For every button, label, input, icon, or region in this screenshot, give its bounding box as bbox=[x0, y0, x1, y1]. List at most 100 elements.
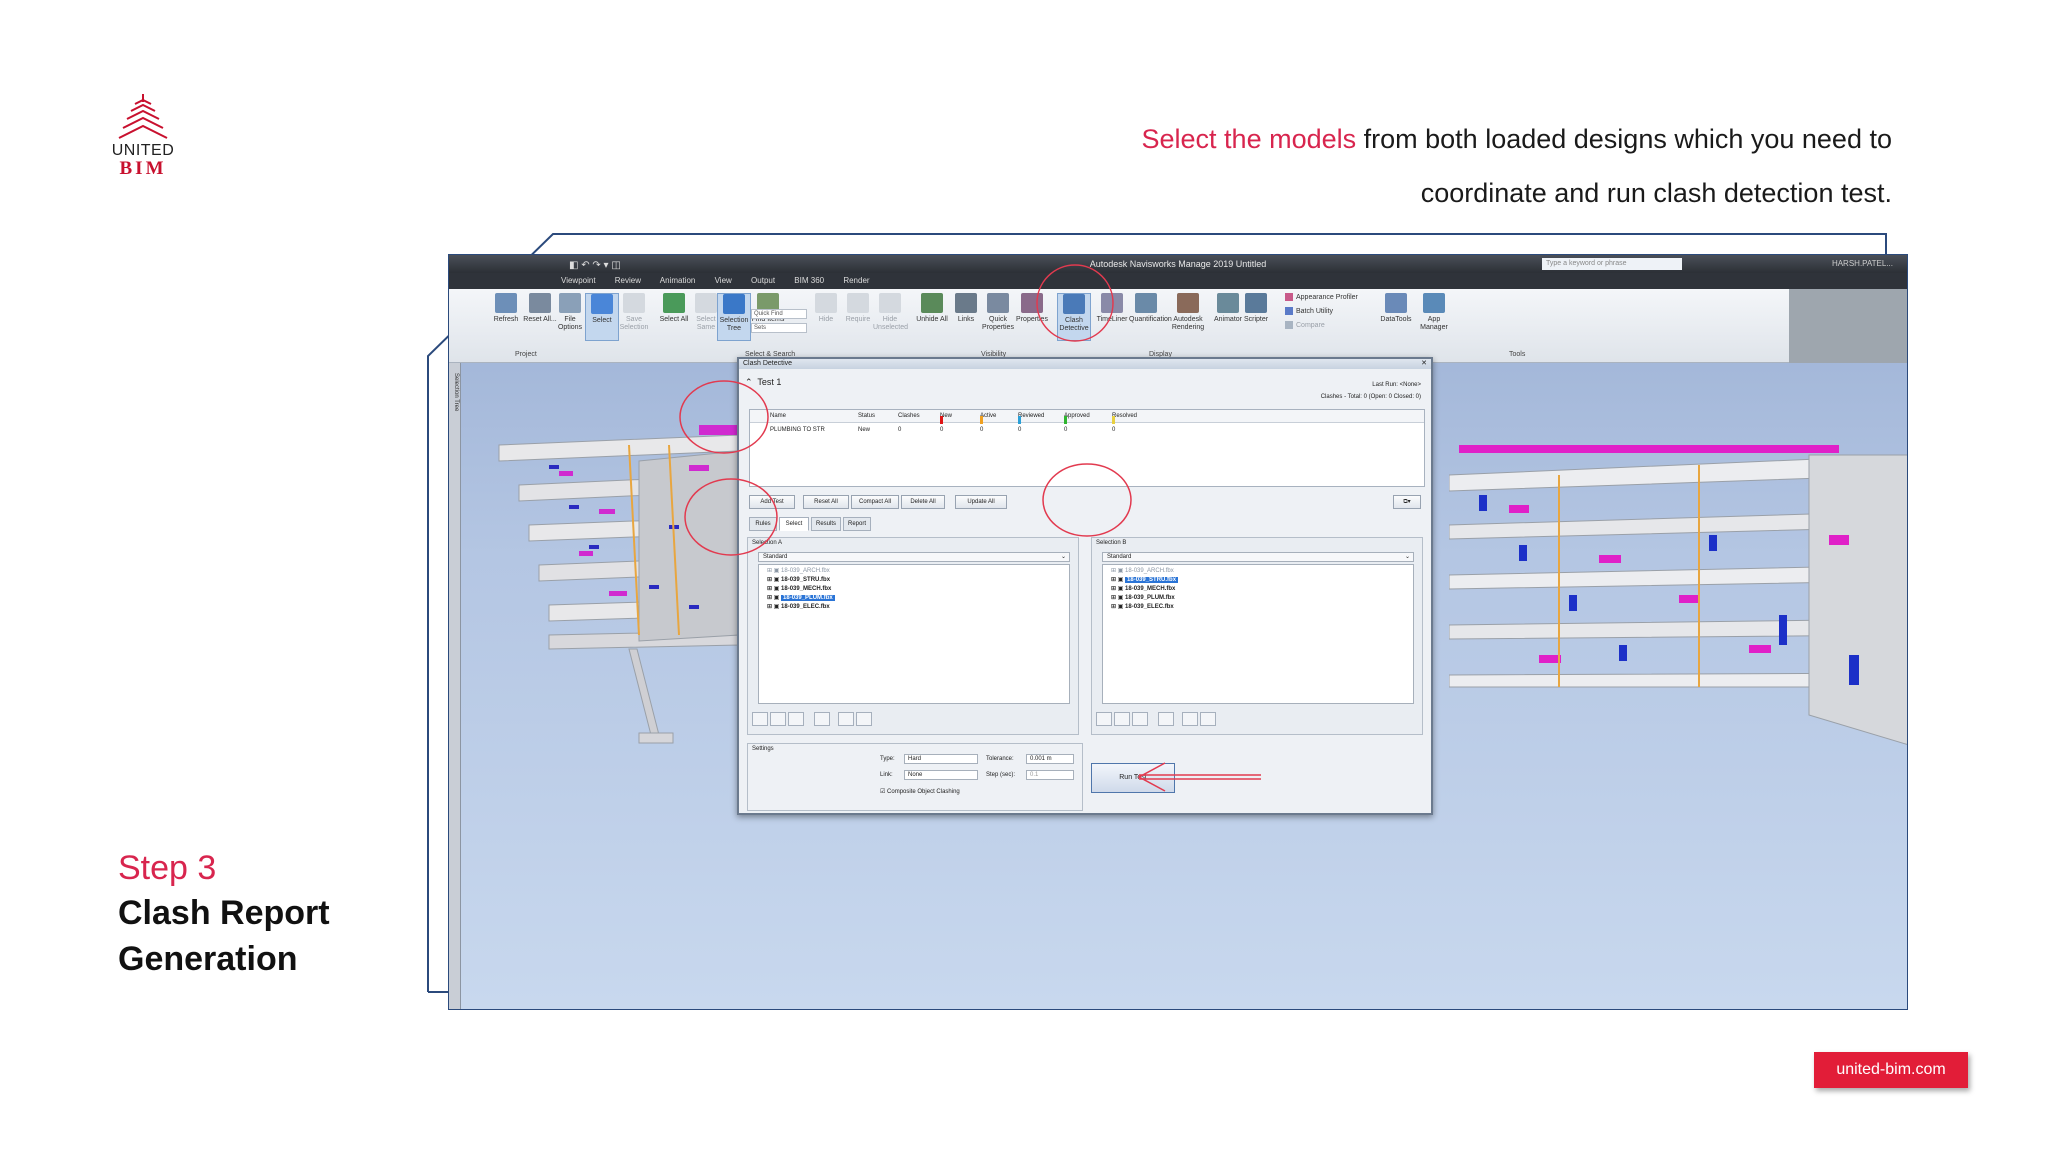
tolerance-input[interactable]: 0.001 m bbox=[1026, 754, 1074, 764]
tab-render[interactable]: Render bbox=[843, 276, 869, 285]
tab-report[interactable]: Report bbox=[843, 517, 871, 531]
tab-review[interactable]: Review bbox=[615, 276, 641, 285]
delete-all-button[interactable]: Delete All bbox=[901, 495, 945, 509]
selection-a-mode-select[interactable]: Standard ⌄ bbox=[758, 552, 1070, 562]
sets-dropdown[interactable]: Sets bbox=[751, 323, 807, 333]
tab-rules-label: Rules bbox=[755, 521, 771, 527]
ribbon-clash-detective-button[interactable]: Clash Detective bbox=[1057, 293, 1091, 341]
select-in-scene-icon[interactable] bbox=[856, 712, 872, 726]
link-select[interactable]: None bbox=[904, 770, 978, 780]
tree-item-a-elec[interactable]: ⊞ ▣ 18-039_ELEC.fbx bbox=[767, 603, 830, 612]
reset-all-button[interactable]: Reset All bbox=[803, 495, 849, 509]
quantification-icon bbox=[1135, 293, 1157, 313]
run-test-button[interactable]: Run Test bbox=[1091, 763, 1175, 793]
tree-item-b-stru[interactable]: ⊞ ▣ 18-039_STRU.fbx bbox=[1111, 576, 1179, 585]
column-header-clashes[interactable]: Clashes bbox=[898, 413, 920, 419]
selection-b-label: Selection B bbox=[1096, 540, 1127, 546]
self-intersect-icon[interactable] bbox=[1158, 712, 1174, 726]
tab-animation[interactable]: Animation bbox=[660, 276, 696, 285]
update-all-button[interactable]: Update All bbox=[955, 495, 1007, 509]
column-header-active[interactable]: Active bbox=[980, 413, 996, 424]
tab-select[interactable]: Select bbox=[779, 517, 809, 531]
table-row[interactable]: PLUMBING TO STR New 0 0 0 0 0 0 bbox=[750, 424, 1424, 436]
table-cell: 0 bbox=[1112, 427, 1116, 433]
tree-item-a-arch[interactable]: ⊞ ▣ 18-039_ARCH.fbx bbox=[767, 567, 830, 576]
column-header-new[interactable]: New bbox=[940, 413, 952, 424]
ribbon-require-button[interactable]: Require bbox=[841, 293, 875, 324]
ribbon-cursor-button[interactable]: Select bbox=[585, 293, 619, 341]
tree-item-a-stru[interactable]: ⊞ ▣ 18-039_STRU.fbx bbox=[767, 576, 830, 585]
ribbon-unhide-button[interactable]: Unhide All bbox=[915, 293, 949, 324]
ribbon-hide-button[interactable]: Hide bbox=[809, 293, 843, 324]
close-icon[interactable]: ✕ bbox=[1421, 359, 1427, 369]
building-model-left[interactable] bbox=[489, 405, 749, 785]
ribbon-hide-unselected-button[interactable]: Hide Unselected bbox=[873, 293, 908, 332]
chevron-up-icon[interactable]: ⌃ bbox=[745, 377, 753, 387]
tree-item-b-elec[interactable]: ⊞ ▣ 18-039_ELEC.fbx bbox=[1111, 603, 1174, 612]
column-header-approved[interactable]: Approved bbox=[1064, 413, 1090, 424]
column-header-status[interactable]: Status bbox=[858, 413, 875, 419]
tree-item-a-mech[interactable]: ⊞ ▣ 18-039_MECH.fbx bbox=[767, 585, 831, 594]
ribbon-properties-button[interactable]: Properties bbox=[1015, 293, 1049, 324]
points-icon[interactable] bbox=[788, 712, 804, 726]
ribbon-selection-tree-button[interactable]: Selection Tree bbox=[717, 293, 751, 341]
test-header[interactable]: ⌃ Test 1 bbox=[745, 377, 781, 388]
building-model-right[interactable] bbox=[1449, 415, 1908, 805]
tree-item-b-plum[interactable]: ⊞ ▣ 18-039_PLUM.fbx bbox=[1111, 594, 1175, 603]
ribbon-quick-properties-button[interactable]: Quick Properties bbox=[981, 293, 1015, 332]
tab-viewpoint[interactable]: Viewpoint bbox=[561, 276, 596, 285]
selection-b-mode-select[interactable]: Standard ⌄ bbox=[1102, 552, 1414, 562]
ribbon-rendering-button[interactable]: Autodesk Rendering bbox=[1171, 293, 1205, 332]
add-test-button[interactable]: Add Test bbox=[749, 495, 795, 509]
points-icon[interactable] bbox=[1132, 712, 1148, 726]
ribbon-links-button[interactable]: Links bbox=[949, 293, 983, 324]
compact-all-button[interactable]: Compact All bbox=[851, 495, 899, 509]
column-header-resolved[interactable]: Resolved bbox=[1112, 413, 1137, 424]
use-current-selection-icon[interactable] bbox=[838, 712, 854, 726]
ribbon-batch-utility-button[interactable]: Batch Utility bbox=[1285, 307, 1375, 316]
ribbon-datatools-button[interactable]: DataTools bbox=[1379, 293, 1413, 324]
table-cell: PLUMBING TO STR bbox=[770, 427, 825, 433]
selection-tree-strip[interactable]: Selection Tree bbox=[449, 363, 461, 1009]
ribbon-scripter-button[interactable]: Scripter bbox=[1239, 293, 1273, 324]
ribbon-app-manager-button[interactable]: App Manager bbox=[1417, 293, 1451, 332]
ribbon-appearance-profiler-button[interactable]: Appearance Profiler bbox=[1285, 293, 1375, 302]
surfaces-icon[interactable] bbox=[752, 712, 768, 726]
quick-find-input[interactable]: Quick Find bbox=[751, 309, 807, 319]
select-in-scene-icon[interactable] bbox=[1200, 712, 1216, 726]
user-name[interactable]: HARSH.PATEL... bbox=[1832, 255, 1893, 273]
table-cell: 0 bbox=[1018, 427, 1022, 433]
ribbon-button-label: Links bbox=[957, 316, 975, 323]
self-intersect-icon[interactable] bbox=[814, 712, 830, 726]
tab-output[interactable]: Output bbox=[751, 276, 775, 285]
surfaces-icon[interactable] bbox=[1096, 712, 1112, 726]
tab-results[interactable]: Results bbox=[811, 517, 841, 531]
column-header-name[interactable]: Name bbox=[770, 413, 786, 419]
step-input[interactable]: 0.1 bbox=[1026, 770, 1074, 780]
ribbon-timeliner-button[interactable]: TimeLiner bbox=[1095, 293, 1129, 324]
tree-item-a-plum[interactable]: ⊞ ▣ 18-039_PLUM.fbx bbox=[767, 594, 835, 603]
type-select[interactable]: Hard bbox=[904, 754, 978, 764]
tab-bim360[interactable]: BIM 360 bbox=[794, 276, 824, 285]
tab-rules[interactable]: Rules bbox=[749, 517, 777, 531]
export-dropdown-button[interactable]: ⧉▾ bbox=[1393, 495, 1421, 509]
lines-icon[interactable] bbox=[1114, 712, 1130, 726]
website-badge[interactable]: united-bim.com bbox=[1814, 1052, 1968, 1088]
tree-item-b-mech[interactable]: ⊞ ▣ 18-039_MECH.fbx bbox=[1111, 585, 1175, 594]
ribbon-reset-button[interactable]: Reset All... bbox=[523, 293, 557, 324]
use-current-selection-icon[interactable] bbox=[1182, 712, 1198, 726]
ribbon-compare-button[interactable]: Compare bbox=[1285, 321, 1375, 330]
column-header-reviewed[interactable]: Reviewed bbox=[1018, 413, 1044, 424]
help-search-input[interactable]: Type a keyword or phrase bbox=[1542, 258, 1682, 270]
ribbon-file-options-button[interactable]: File Options bbox=[553, 293, 587, 332]
lines-icon[interactable] bbox=[770, 712, 786, 726]
tab-view[interactable]: View bbox=[715, 276, 732, 285]
save-selection-icon bbox=[623, 293, 645, 313]
tree-item-b-arch[interactable]: ⊞ ▣ 18-039_ARCH.fbx bbox=[1111, 567, 1174, 576]
add-test-label: Add Test bbox=[760, 499, 784, 505]
composite-checkbox[interactable]: ☑ Composite Object Clashing bbox=[880, 788, 960, 795]
ribbon-quantification-button[interactable]: Quantification bbox=[1129, 293, 1172, 324]
ribbon-save-selection-button[interactable]: Save Selection bbox=[617, 293, 651, 332]
ribbon-refresh-button[interactable]: Refresh bbox=[489, 293, 523, 324]
ribbon-select-all-button[interactable]: Select All bbox=[657, 293, 691, 324]
